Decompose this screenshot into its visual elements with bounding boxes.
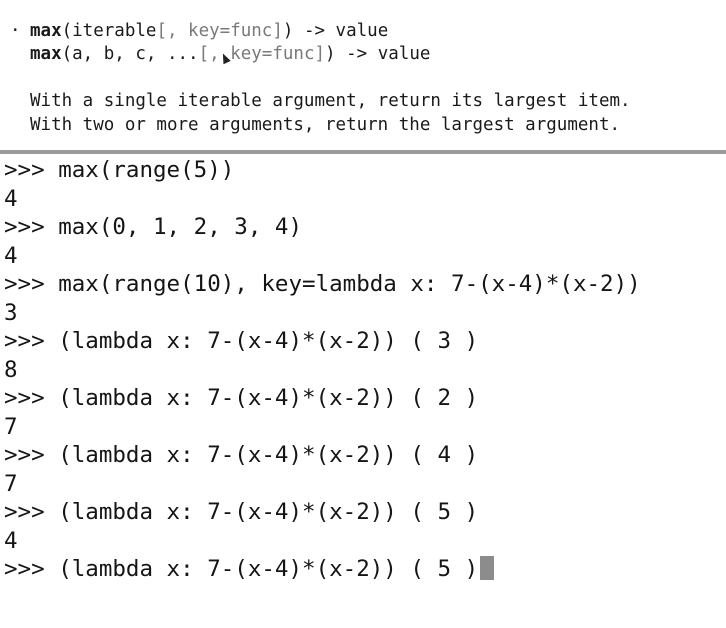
repl-prompt: >>> — [4, 271, 59, 297]
repl-output-line: 4 — [4, 185, 722, 214]
docstring-tooltip: · max(iterable[, key=func]) -> value max… — [0, 0, 726, 148]
repl-prompt: >>> — [4, 499, 59, 525]
repl-prompt: >>> — [4, 556, 59, 582]
sig2-optional-key: key=func] — [230, 44, 326, 64]
repl-prompt: >>> — [4, 385, 59, 411]
sig1-args: (iterable — [61, 21, 157, 41]
sig2-name: max — [30, 44, 62, 64]
sig1-name: max — [30, 21, 62, 41]
repl-output-line: 4 — [4, 527, 722, 556]
repl-input-text[interactable]: (lambda x: 7-(x-4)*(x-2)) ( 5 ) — [58, 556, 478, 582]
tooltip-divider — [0, 150, 726, 154]
repl-output-text: 4 — [4, 185, 18, 212]
repl-output-line: 8 — [4, 356, 722, 385]
repl-output-text: 4 — [4, 242, 18, 269]
repl-prompt: >>> — [4, 442, 59, 468]
repl-input-line: >>> (lambda x: 7-(x-4)*(x-2)) ( 5 ) — [4, 498, 722, 527]
repl-output-line: 7 — [4, 413, 722, 442]
repl-output-text: 7 — [4, 413, 18, 440]
description-line-1: With a single iterable argument, return … — [30, 91, 631, 111]
repl-output-line: 7 — [4, 470, 722, 499]
repl-input-text: max(range(5)) — [58, 157, 235, 183]
repl-prompt: >>> — [4, 328, 59, 354]
repl-output-text: 4 — [4, 527, 18, 554]
repl-output-text: 7 — [4, 470, 18, 497]
repl-input-text: max(range(10), key=lambda x: 7-(x-4)*(x-… — [58, 271, 641, 297]
repl-input-line: >>> (lambda x: 7-(x-4)*(x-2)) ( 3 ) — [4, 327, 722, 356]
repl-input-text: (lambda x: 7-(x-4)*(x-2)) ( 5 ) — [58, 499, 479, 525]
repl-prompt: >>> — [4, 157, 59, 183]
repl-input-text: (lambda x: 7-(x-4)*(x-2)) ( 4 ) — [58, 442, 479, 468]
python-repl-console[interactable]: >>> max(range(5)) 4 >>> max(0, 1, 2, 3, 4)… — [4, 156, 722, 584]
repl-input-text: max(0, 1, 2, 3, 4) — [58, 214, 303, 240]
repl-input-text: (lambda x: 7-(x-4)*(x-2)) ( 2 ) — [58, 385, 479, 411]
sig2-rest: ) -> value — [325, 44, 431, 64]
repl-input-line: >>> max(0, 1, 2, 3, 4) — [4, 213, 722, 242]
repl-prompt: >>> — [4, 214, 59, 240]
text-cursor-caret — [480, 556, 495, 580]
sig2-args: (a, b, c, ... — [61, 44, 199, 64]
repl-input-text: (lambda x: 7-(x-4)*(x-2)) ( 3 ) — [58, 328, 479, 354]
signature-line-2: max(a, b, c, ...[, key=func]) -> value — [30, 43, 430, 65]
repl-output-line: 4 — [4, 242, 722, 271]
repl-output-line: 3 — [4, 299, 722, 328]
repl-input-line: >>> (lambda x: 7-(x-4)*(x-2)) ( 5 ) — [4, 555, 722, 584]
sig2-optional-open: [, — [198, 44, 220, 64]
repl-output-text: 8 — [4, 356, 18, 383]
description-line-2: With two or more arguments, return the l… — [30, 115, 621, 135]
sig1-optional: [, key=func] — [156, 21, 283, 41]
repl-input-line: >>> (lambda x: 7-(x-4)*(x-2)) ( 4 ) — [4, 441, 722, 470]
repl-output-text: 3 — [4, 299, 18, 326]
signature-line-1: max(iterable[, key=func]) -> value — [30, 20, 388, 42]
repl-input-line: >>> max(range(5)) — [4, 156, 722, 185]
bullet: · — [10, 21, 21, 41]
sig1-rest: ) -> value — [282, 21, 389, 41]
repl-input-line: >>> (lambda x: 7-(x-4)*(x-2)) ( 2 ) — [4, 384, 722, 413]
repl-input-line: >>> max(range(10), key=lambda x: 7-(x-4)… — [4, 270, 722, 299]
